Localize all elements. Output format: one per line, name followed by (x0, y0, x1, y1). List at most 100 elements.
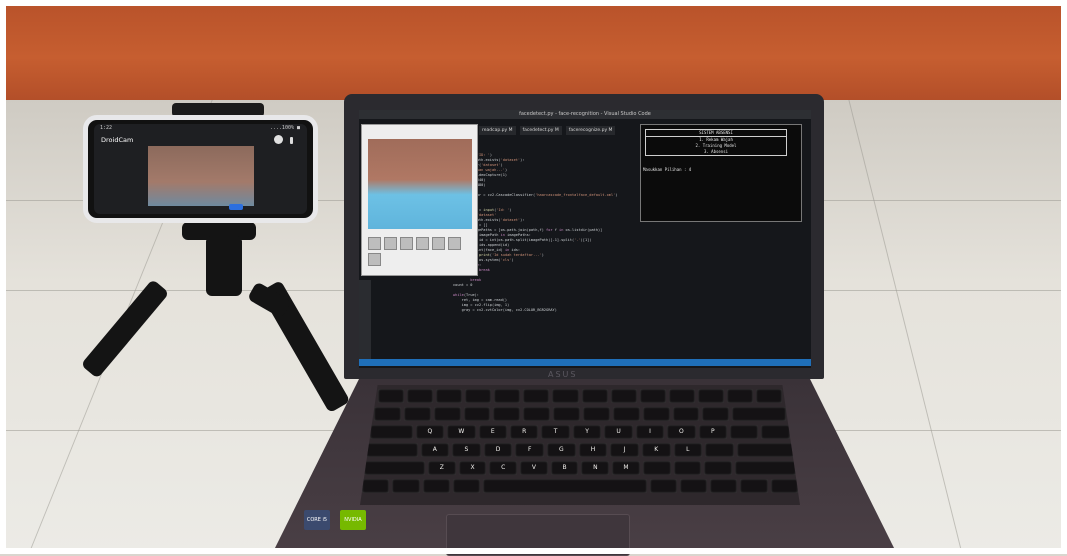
key-r[interactable]: R (509, 425, 539, 439)
key-j[interactable]: J (610, 443, 639, 457)
key[interactable] (463, 407, 491, 421)
ctrl-key[interactable] (362, 479, 390, 493)
fn-key[interactable] (392, 479, 420, 493)
key-e[interactable]: E (478, 425, 507, 439)
key[interactable] (726, 389, 754, 403)
brightness-icon[interactable] (274, 135, 283, 144)
key[interactable] (407, 389, 434, 403)
key-b[interactable]: B (550, 461, 579, 475)
key-c[interactable]: C (489, 461, 518, 475)
key[interactable] (704, 461, 732, 475)
key[interactable] (705, 443, 734, 457)
tab-readcap[interactable]: readcap.py M (479, 126, 516, 135)
key[interactable] (493, 407, 521, 421)
key[interactable] (523, 407, 551, 421)
key-y[interactable]: Y (572, 425, 602, 439)
key-a[interactable]: A (420, 443, 450, 457)
key-i[interactable]: I (635, 425, 665, 439)
alt-key[interactable] (452, 479, 481, 493)
trackpad[interactable] (446, 514, 630, 556)
key-t[interactable]: T (541, 425, 570, 439)
activity-bar (359, 280, 371, 360)
key[interactable] (730, 425, 759, 439)
key[interactable] (374, 407, 401, 421)
smartphone: 1:22 ....100% ■ DroidCam (83, 115, 318, 223)
caps-lock-key[interactable] (366, 443, 418, 457)
alt-key[interactable] (649, 479, 677, 493)
key[interactable] (610, 389, 637, 403)
key-n[interactable]: N (581, 461, 610, 475)
key-m[interactable]: M (612, 461, 640, 475)
key[interactable] (403, 407, 431, 421)
key[interactable] (672, 407, 700, 421)
key[interactable] (465, 389, 492, 403)
console-window[interactable]: SISTEM ABSENSI 1. Rekam Wajah 2. Trainin… (640, 124, 802, 222)
key-row-space (362, 479, 798, 493)
key[interactable] (668, 389, 695, 403)
key[interactable] (581, 389, 608, 403)
key[interactable] (494, 389, 521, 403)
ctrl-key[interactable] (679, 479, 708, 493)
shift-key[interactable] (734, 461, 796, 475)
key-u[interactable]: U (604, 425, 633, 439)
arrow-key[interactable] (740, 479, 768, 493)
key[interactable] (433, 407, 461, 421)
key[interactable] (673, 461, 702, 475)
shift-key[interactable] (364, 461, 425, 475)
key-row-bottom: Z X C V B N M (364, 461, 796, 475)
tab-facedetect[interactable]: facedetect.py M (519, 126, 562, 135)
tab-facerecognize[interactable]: facerecognize.py M (565, 126, 616, 135)
key[interactable] (436, 389, 463, 403)
phone-action-button[interactable] (229, 204, 243, 210)
key[interactable] (378, 389, 405, 403)
arrow-key[interactable] (770, 479, 798, 493)
key-k[interactable]: K (641, 443, 671, 457)
laptop-brand-logo: ASUS (548, 370, 578, 379)
key[interactable] (639, 389, 666, 403)
key[interactable] (642, 461, 671, 475)
key-s[interactable]: S (452, 443, 481, 457)
key-z[interactable]: Z (427, 461, 456, 475)
camera-control[interactable] (400, 237, 413, 250)
camera-control[interactable] (432, 237, 445, 250)
editor-tabs: readcap.py M facedetect.py M facerecogni… (479, 126, 639, 135)
key-o[interactable]: O (667, 425, 696, 439)
key[interactable] (756, 389, 783, 403)
camera-control[interactable] (448, 237, 461, 250)
camera-control[interactable] (368, 253, 381, 266)
key[interactable] (697, 389, 724, 403)
key-x[interactable]: X (458, 461, 487, 475)
key[interactable] (732, 407, 787, 421)
key[interactable] (702, 407, 730, 421)
key[interactable] (612, 407, 640, 421)
nvidia-sticker: NVIDIA (340, 510, 366, 530)
key-g[interactable]: G (547, 443, 576, 457)
key[interactable] (553, 407, 581, 421)
key[interactable] (583, 407, 610, 421)
menu-prompt: Masukkan Pilihan : 4 (643, 167, 692, 172)
key-row-function (378, 389, 783, 403)
key-p[interactable]: P (698, 425, 728, 439)
camera-controls (368, 237, 472, 266)
key-f[interactable]: F (515, 443, 545, 457)
tab-key[interactable] (370, 425, 413, 439)
windows-key[interactable] (422, 479, 450, 493)
enter-key[interactable] (736, 443, 795, 457)
key-v[interactable]: V (520, 461, 548, 475)
key-h[interactable]: H (578, 443, 608, 457)
camera-control[interactable] (416, 237, 429, 250)
key[interactable] (523, 389, 550, 403)
key[interactable] (552, 389, 579, 403)
key-l[interactable]: L (673, 443, 703, 457)
key[interactable] (642, 407, 670, 421)
arrow-key[interactable] (710, 479, 738, 493)
camera-window[interactable] (361, 124, 478, 276)
key-w[interactable]: W (447, 425, 476, 439)
key-d[interactable]: D (483, 443, 513, 457)
more-icon[interactable] (290, 137, 293, 144)
camera-control[interactable] (384, 237, 397, 250)
space-key[interactable] (483, 479, 647, 493)
camera-control[interactable] (368, 237, 381, 250)
key-q[interactable]: Q (415, 425, 445, 439)
key[interactable] (761, 425, 790, 439)
